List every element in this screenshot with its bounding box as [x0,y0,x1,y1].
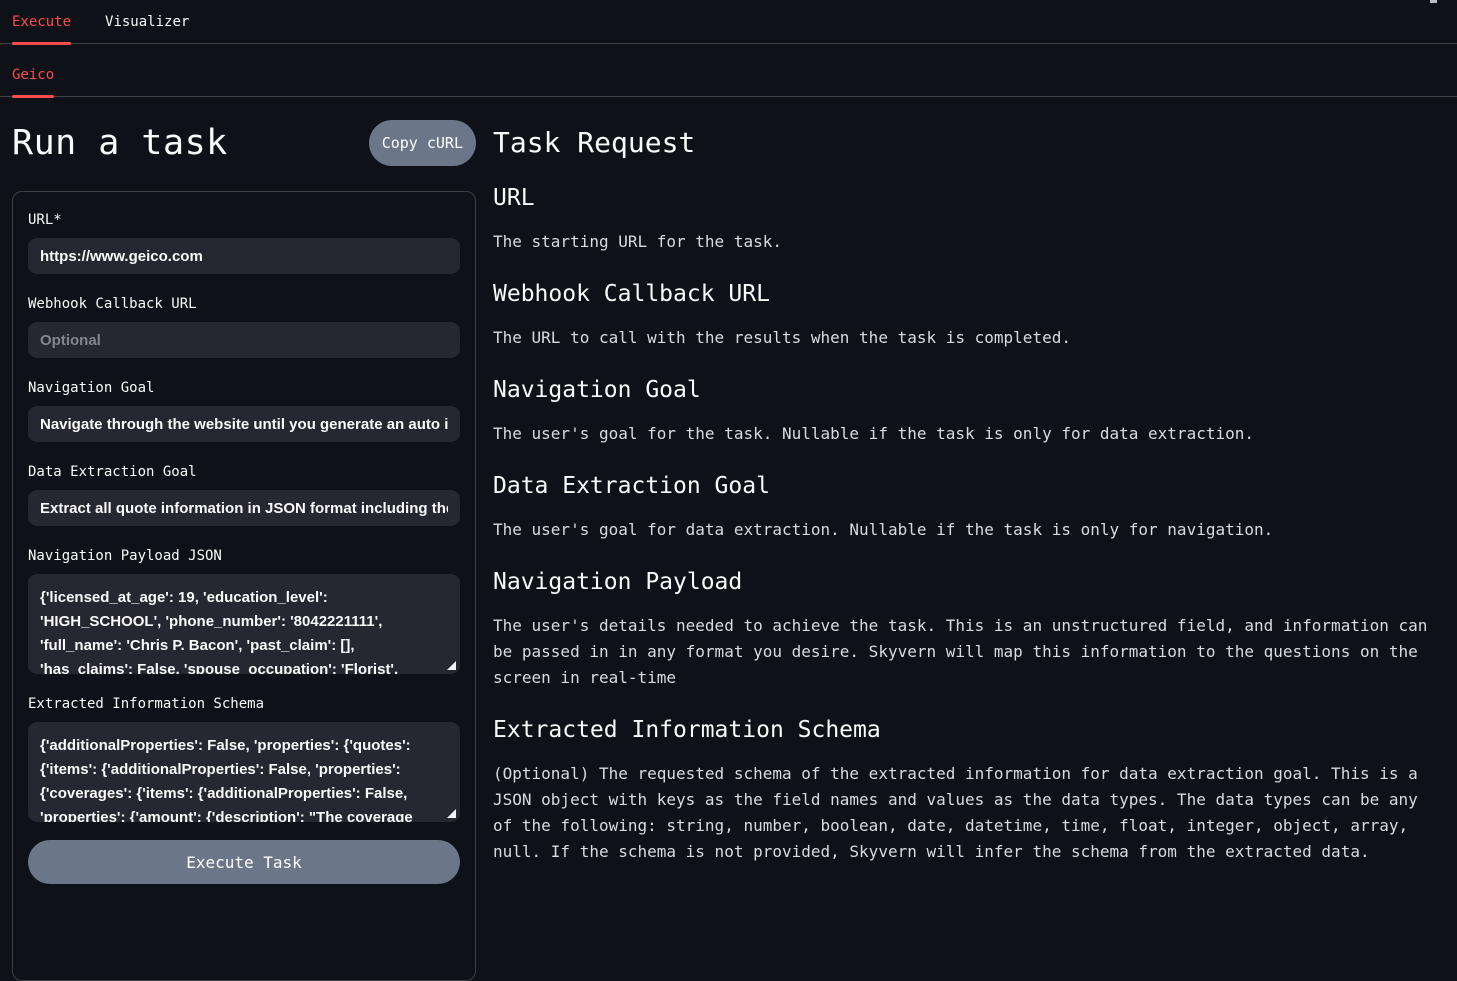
navigation-goal-label: Navigation Goal [28,380,460,396]
tab-execute[interactable]: Execute [12,14,71,43]
webhook-url-label: Webhook Callback URL [28,296,460,312]
title-row: Run a task Copy cURL [12,115,476,171]
doc-body-url: The starting URL for the task. [493,229,1437,255]
page-title: Run a task [12,123,228,163]
doc-body-extracted-schema: (Optional) The requested schema of the e… [493,761,1437,865]
run-task-panel: Run a task Copy cURL URL* Webhook Callba… [12,115,476,981]
navigation-payload-wrap: {'licensed_at_age': 19, 'education_level… [28,574,460,674]
doc-heading-extracted-schema: Extracted Information Schema [493,717,1437,743]
doc-body-data-extraction-goal: The user's goal for data extraction. Nul… [493,517,1437,543]
doc-heading-navigation-payload: Navigation Payload [493,569,1437,595]
doc-heading-url: URL [493,185,1437,211]
main-tabbar: Execute Visualizer [0,0,1457,44]
extracted-schema-label: Extracted Information Schema [28,696,460,712]
navigation-payload-label: Navigation Payload JSON [28,548,460,564]
extracted-schema-wrap: {'additionalProperties': False, 'propert… [28,722,460,822]
doc-body-navigation-goal: The user's goal for the task. Nullable i… [493,421,1437,447]
navigation-goal-input[interactable] [28,406,460,442]
doc-heading-navigation-goal: Navigation Goal [493,377,1437,403]
tab-geico[interactable]: Geico [12,67,54,96]
tab-visualizer[interactable]: Visualizer [105,14,189,43]
doc-body-webhook: The URL to call with the results when th… [493,325,1437,351]
docs-panel: Task Request URL The starting URL for th… [493,115,1437,865]
doc-body-navigation-payload: The user's details needed to achieve the… [493,613,1437,691]
sub-tabbar: Geico [0,44,1457,97]
copy-curl-button[interactable]: Copy cURL [369,120,476,166]
doc-heading-webhook: Webhook Callback URL [493,281,1437,307]
scrollbar-artifact [1430,0,1437,3]
navigation-payload-textarea[interactable]: {'licensed_at_age': 19, 'education_level… [28,574,460,674]
url-input[interactable] [28,238,460,274]
webhook-url-input[interactable] [28,322,460,358]
url-label: URL* [28,212,460,228]
data-extraction-goal-input[interactable] [28,490,460,526]
docs-title: Task Request [493,127,1437,159]
extracted-schema-textarea[interactable]: {'additionalProperties': False, 'propert… [28,722,460,822]
execute-task-button[interactable]: Execute Task [28,840,460,884]
task-form-card: URL* Webhook Callback URL Navigation Goa… [12,191,476,981]
data-extraction-goal-label: Data Extraction Goal [28,464,460,480]
main-content: Run a task Copy cURL URL* Webhook Callba… [0,97,1457,981]
doc-heading-data-extraction-goal: Data Extraction Goal [493,473,1437,499]
